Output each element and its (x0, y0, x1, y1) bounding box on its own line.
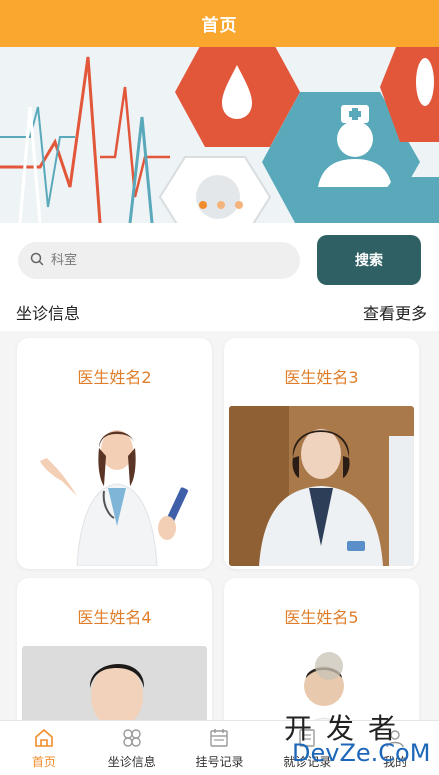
tab-label: 就诊记录 (283, 755, 332, 769)
doctor-name: 医生姓名3 (284, 368, 359, 387)
home-icon (33, 727, 55, 749)
app-header: 首页 (0, 0, 439, 47)
tab-label: 首页 (31, 755, 56, 769)
page-title: 首页 (201, 16, 238, 36)
tab-consultation[interactable]: 坐诊信息 (88, 721, 176, 775)
doctor-photo (22, 406, 207, 566)
doctor-name: 医生姓名4 (77, 608, 152, 627)
view-more-link[interactable]: 查看更多 (363, 300, 427, 324)
search-bar: 搜索 (0, 223, 439, 291)
record-icon (296, 727, 318, 749)
bottom-tab-bar: 首页 坐诊信息 挂号记录 就诊记录 我的 (0, 720, 439, 775)
tab-label: 挂号记录 (195, 755, 244, 769)
banner-carousel[interactable] (0, 47, 439, 223)
tab-home[interactable]: 首页 (0, 721, 88, 775)
tab-registration[interactable]: 挂号记录 (176, 721, 264, 775)
doctor-photo (229, 646, 414, 720)
section-title: 坐诊信息 (16, 304, 81, 323)
doctor-photo (22, 646, 207, 720)
calendar-icon (208, 727, 230, 749)
search-field[interactable] (18, 242, 300, 279)
carousel-dot[interactable] (199, 201, 207, 209)
doctor-card[interactable]: 医生姓名5 (224, 578, 419, 720)
doctor-name: 医生姓名2 (77, 368, 152, 387)
clover-icon (121, 727, 143, 749)
tab-label: 坐诊信息 (107, 755, 156, 769)
doctor-card[interactable]: 医生姓名3 (224, 338, 419, 569)
tab-mine[interactable]: 我的 (351, 721, 439, 775)
search-icon (30, 251, 44, 270)
doctor-grid: 医生姓名2 医生姓名3 医生姓名4 医生姓名5 (0, 331, 439, 720)
search-button[interactable]: 搜索 (317, 235, 421, 285)
banner-image (0, 47, 439, 223)
carousel-dot[interactable] (235, 201, 243, 209)
section-header: 坐诊信息 查看更多 (0, 291, 439, 331)
tab-label: 我的 (383, 755, 408, 769)
user-icon (384, 727, 406, 749)
tab-visits[interactable]: 就诊记录 (263, 721, 351, 775)
doctor-photo (229, 406, 414, 566)
doctor-card[interactable]: 医生姓名4 (17, 578, 212, 720)
search-input[interactable] (51, 253, 281, 268)
doctor-name: 医生姓名5 (284, 608, 359, 627)
carousel-dot[interactable] (217, 201, 225, 209)
doctor-card[interactable]: 医生姓名2 (17, 338, 212, 569)
